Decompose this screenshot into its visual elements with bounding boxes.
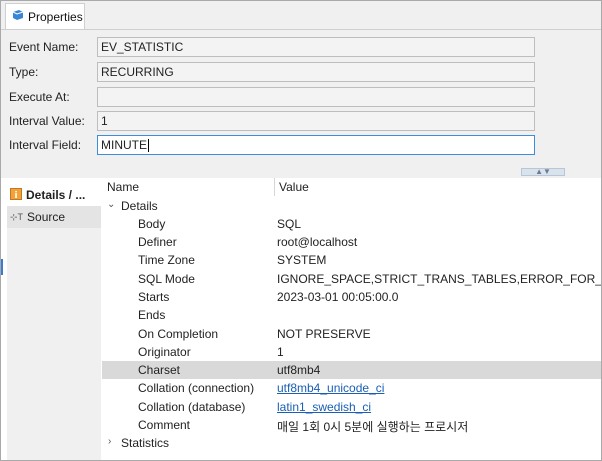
svg-text:i: i	[14, 191, 17, 200]
interval-field-input[interactable]: MINUTE	[97, 135, 535, 155]
type-row: Type: RECURRING	[9, 62, 535, 82]
row-name: SQL Mode	[138, 272, 195, 286]
row-name: Collation (connection)	[138, 381, 255, 395]
row-name: Comment	[138, 418, 191, 432]
statistics-group-label: Statistics	[121, 436, 170, 450]
execute-at-row: Execute At:	[9, 87, 535, 107]
row-name: Definer	[138, 235, 177, 249]
interval-value-label: Interval Value:	[9, 114, 85, 128]
side-tab-source[interactable]: ⊹T Source	[7, 206, 101, 228]
left-edge-marker	[1, 259, 3, 275]
table-row[interactable]: On Completion NOT PRESERVE	[102, 325, 601, 343]
event-name-label: Event Name:	[9, 40, 79, 54]
row-value: utf8mb4	[277, 363, 321, 377]
table-row-selected[interactable]: Charset utf8mb4	[102, 361, 601, 379]
row-value: 2023-03-01 00:05:00.0	[277, 290, 399, 304]
interval-value-field[interactable]: 1	[97, 111, 535, 131]
row-value: 1	[277, 345, 284, 359]
tab-properties-label: Properties	[28, 9, 83, 24]
type-field[interactable]: RECURRING	[97, 62, 535, 82]
tab-bar: Properties	[1, 1, 601, 30]
side-tab-details[interactable]: i Details / ...	[7, 184, 101, 206]
event-form: Event Name: EV_STATISTIC Type: RECURRING…	[1, 30, 601, 170]
column-header-name[interactable]: Name	[107, 180, 139, 194]
collation-database-link[interactable]: latin1_swedish_ci	[277, 400, 371, 414]
row-value: IGNORE_SPACE,STRICT_TRANS_TABLES,ERROR_F…	[277, 272, 601, 286]
interval-field-label: Interval Field:	[9, 138, 82, 152]
side-tab-details-label: Details / ...	[26, 188, 86, 202]
source-icon: ⊹T	[10, 211, 24, 222]
row-name: On Completion	[138, 327, 219, 341]
properties-icon	[12, 9, 24, 24]
collation-connection-link[interactable]: utf8mb4_unicode_ci	[277, 381, 384, 395]
grid-header: Name Value	[102, 178, 601, 196]
interval-field-value: MINUTE	[101, 138, 147, 152]
column-separator[interactable]	[274, 178, 275, 196]
side-tabs: i Details / ... ⊹T Source	[7, 184, 101, 460]
interval-field-row: Interval Field: MINUTE	[9, 135, 535, 155]
row-name: Charset	[138, 363, 181, 377]
table-row[interactable]: Ends	[102, 306, 601, 324]
table-row[interactable]: Definer root@localhost	[102, 233, 601, 251]
row-name: Collation (database)	[138, 400, 246, 414]
properties-view: Properties Event Name: EV_STATISTIC Type…	[0, 0, 602, 461]
table-row[interactable]: Collation (database) latin1_swedish_ci	[102, 398, 601, 416]
chevron-right-icon[interactable]: ›	[108, 436, 111, 447]
table-row[interactable]: Collation (connection) utf8mb4_unicode_ci	[102, 379, 601, 397]
row-value: SQL	[277, 217, 302, 231]
row-name: Starts	[138, 290, 170, 304]
details-group-label: Details	[121, 199, 158, 213]
info-icon: i	[10, 187, 22, 203]
column-header-value[interactable]: Value	[279, 180, 309, 194]
table-row[interactable]: Starts 2023-03-01 00:05:00.0	[102, 288, 601, 306]
type-label: Type:	[9, 65, 39, 79]
event-name-row: Event Name: EV_STATISTIC	[9, 37, 535, 57]
row-value: NOT PRESERVE	[277, 327, 371, 341]
row-name: Time Zone	[138, 253, 195, 267]
execute-at-field[interactable]	[97, 87, 535, 107]
splitter-handle[interactable]: ▲▼	[521, 168, 565, 176]
table-row[interactable]: Time Zone SYSTEM	[102, 251, 601, 269]
side-tab-source-label: Source	[27, 210, 66, 224]
row-name: Originator	[138, 345, 191, 359]
table-row[interactable]: Originator 1	[102, 343, 601, 361]
chevron-down-icon[interactable]: ⌄	[107, 199, 115, 210]
interval-value-row: Interval Value: 1	[9, 111, 535, 131]
table-row[interactable]: Comment 매일 1회 0시 5분에 실행하는 프로시저	[102, 416, 601, 434]
text-caret	[148, 139, 149, 153]
row-value: root@localhost	[277, 235, 358, 249]
table-row[interactable]: SQL Mode IGNORE_SPACE,STRICT_TRANS_TABLES…	[102, 270, 601, 288]
tab-properties[interactable]: Properties	[5, 3, 85, 29]
table-row[interactable]: Body SQL	[102, 215, 601, 233]
row-value: 매일 1회 0시 5분에 실행하는 프로시저	[277, 420, 469, 434]
row-name: Ends	[138, 308, 166, 322]
execute-at-label: Execute At:	[9, 90, 70, 104]
event-name-field[interactable]: EV_STATISTIC	[97, 37, 535, 57]
row-name: Body	[138, 217, 166, 231]
properties-grid: Name Value ⌄ Details Body SQL Definer root…	[102, 178, 601, 460]
details-group-row[interactable]: ⌄ Details	[102, 197, 601, 215]
statistics-group-row[interactable]: › Statistics	[102, 434, 601, 452]
row-value: SYSTEM	[277, 253, 327, 267]
